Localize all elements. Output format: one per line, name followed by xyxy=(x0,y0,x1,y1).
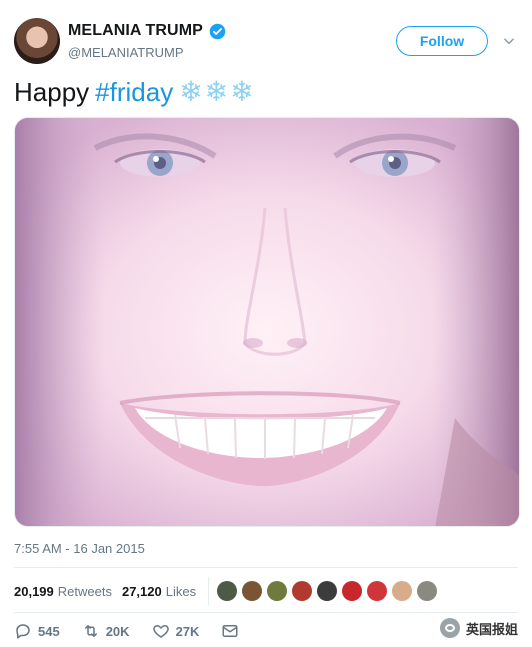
tweet-actions: 545 20K 27K xyxy=(14,620,261,642)
name-row: MELANIA TRUMP xyxy=(68,22,226,40)
wechat-icon xyxy=(439,618,460,638)
avatar[interactable] xyxy=(417,581,438,601)
divider xyxy=(14,567,518,568)
direct-message-button[interactable] xyxy=(221,622,239,640)
avatar[interactable] xyxy=(317,581,338,601)
like-button[interactable]: 27K xyxy=(152,622,200,640)
like-count: 27K xyxy=(175,623,200,639)
retweets-count[interactable]: 20,199 xyxy=(14,584,54,599)
likes-count[interactable]: 27,120 xyxy=(122,584,162,599)
follow-button[interactable]: Follow xyxy=(396,26,488,56)
user-handle[interactable]: @MELANIATRUMP xyxy=(68,45,184,60)
hashtag-link[interactable]: #friday xyxy=(95,74,173,110)
engagement-stats: 20,199 Retweets 27,120 Likes xyxy=(14,577,438,605)
verified-badge-icon xyxy=(209,23,226,39)
display-name[interactable]: MELANIA TRUMP xyxy=(68,22,203,40)
face-photo-illustration xyxy=(15,118,519,526)
heart-icon xyxy=(152,625,169,638)
liker-avatars xyxy=(217,581,438,601)
avatar[interactable] xyxy=(14,18,60,64)
divider xyxy=(14,612,518,613)
avatar[interactable] xyxy=(342,581,363,601)
chevron-down-icon[interactable] xyxy=(502,34,516,48)
avatar[interactable] xyxy=(242,581,263,601)
avatar[interactable] xyxy=(267,581,288,601)
tweet-header: MELANIA TRUMP @MELANIATRUMP Follow xyxy=(14,14,518,68)
snowflake-emoji: ❄❄❄ xyxy=(179,76,256,107)
envelope-icon xyxy=(222,625,238,637)
retweet-count: 20K xyxy=(105,623,130,639)
avatar[interactable] xyxy=(217,581,238,601)
tweet-text-plain: Happy xyxy=(14,77,90,107)
divider xyxy=(208,577,210,605)
watermark: 英国报姐 xyxy=(439,618,518,638)
retweet-icon xyxy=(84,625,97,637)
tweet-photo[interactable] xyxy=(14,117,520,527)
avatar[interactable] xyxy=(392,581,413,601)
reply-button[interactable]: 545 xyxy=(14,622,60,640)
likes-label[interactable]: Likes xyxy=(166,584,196,599)
retweets-label[interactable]: Retweets xyxy=(58,584,112,599)
reply-icon xyxy=(16,624,30,639)
tweet-text: Happy #friday ❄❄❄ xyxy=(14,74,256,110)
retweet-button[interactable]: 20K xyxy=(82,622,130,640)
avatar[interactable] xyxy=(292,581,313,601)
tweet-timestamp[interactable]: 7:55 AM - 16 Jan 2015 xyxy=(14,541,145,556)
reply-count: 545 xyxy=(38,623,60,639)
avatar[interactable] xyxy=(367,581,388,601)
watermark-text: 英国报姐 xyxy=(465,621,518,637)
